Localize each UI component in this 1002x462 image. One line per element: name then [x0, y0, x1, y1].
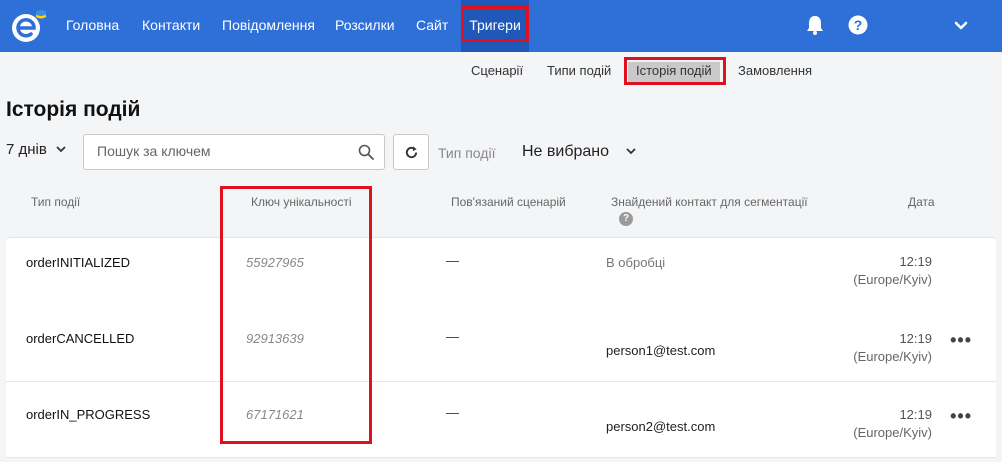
search-icon[interactable]	[358, 144, 374, 160]
scenario-cell: —	[446, 329, 459, 344]
period-select-value: 7 днів	[6, 141, 47, 158]
contact-cell: person2@test.com	[606, 419, 716, 434]
help-icon[interactable]: ?	[847, 14, 869, 36]
header-event-type: Тип події	[31, 195, 81, 209]
search-field	[83, 134, 385, 170]
chevron-down-icon	[626, 148, 637, 155]
event-type-label: Тип події	[438, 145, 496, 161]
date-cell: 12:19 (Europe/Kyiv)	[853, 253, 932, 289]
time-value: 12:19	[899, 331, 932, 346]
subtab-scenarios[interactable]: Сценарії	[471, 62, 523, 82]
time-value: 12:19	[899, 254, 932, 269]
bell-icon[interactable]	[804, 14, 826, 36]
subtab-orders[interactable]: Замовлення	[738, 62, 812, 82]
scenario-cell: —	[446, 405, 459, 420]
table-row[interactable]: orderCANCELLED 92913639 — person1@test.c…	[6, 306, 996, 382]
scenario-cell: —	[446, 253, 459, 268]
subtab-event-history[interactable]: Історія подій	[628, 62, 720, 82]
more-actions-button[interactable]: •••	[950, 331, 972, 349]
time-value: 12:19	[899, 407, 932, 422]
contact-cell: В обробці	[606, 255, 666, 270]
nav-triggers[interactable]: Тригери	[461, 0, 529, 52]
search-input[interactable]	[97, 143, 347, 159]
unique-key-cell: 92913639	[246, 331, 304, 346]
contact-cell: person1@test.com	[606, 343, 716, 358]
header-unique-key: Ключ унікальності	[251, 195, 352, 209]
help-icon[interactable]: ?	[619, 212, 633, 226]
nav-messages[interactable]: Повідомлення	[222, 0, 315, 52]
event-type-select-value: Не вибрано	[522, 143, 610, 160]
table-row[interactable]: orderINITIALIZED 55927965 — В обробці 12…	[6, 238, 996, 314]
more-actions-button[interactable]: •••	[950, 407, 972, 425]
header-linked-scenario: Пов'язаний сценарій	[451, 195, 566, 209]
event-type-cell: orderCANCELLED	[26, 331, 135, 346]
timezone-value: (Europe/Kyiv)	[853, 425, 932, 440]
nav-site[interactable]: Сайт	[416, 0, 448, 52]
top-nav: Головна Контакти Повідомлення Розсилки С…	[0, 0, 1002, 52]
nav-mailings[interactable]: Розсилки	[335, 0, 395, 52]
svg-text:?: ?	[854, 17, 863, 33]
refresh-icon	[405, 146, 418, 159]
chevron-down-icon	[56, 146, 66, 153]
unique-key-cell: 55927965	[246, 255, 304, 270]
timezone-value: (Europe/Kyiv)	[853, 272, 932, 287]
unique-key-cell: 67171621	[246, 407, 304, 422]
refresh-button[interactable]	[393, 134, 429, 170]
subtab-event-types[interactable]: Типи подій	[547, 62, 611, 82]
chevron-down-icon[interactable]	[950, 14, 972, 36]
date-cell: 12:19 (Europe/Kyiv)	[853, 330, 932, 366]
period-select[interactable]: 7 днів	[6, 141, 67, 158]
header-found-contact: Знайдений контакт для сегментації	[611, 195, 808, 209]
nav-home[interactable]: Головна	[66, 0, 119, 52]
table-row[interactable]: orderIN_PROGRESS 67171621 — person2@test…	[6, 382, 996, 458]
event-type-cell: orderINITIALIZED	[26, 255, 131, 270]
logo-icon[interactable]	[6, 8, 50, 44]
event-type-select[interactable]: Не вибрано	[522, 143, 637, 161]
event-type-cell: orderIN_PROGRESS	[26, 407, 151, 422]
timezone-value: (Europe/Kyiv)	[853, 349, 932, 364]
nav-contacts[interactable]: Контакти	[142, 0, 200, 52]
header-date: Дата	[908, 195, 935, 209]
date-cell: 12:19 (Europe/Kyiv)	[853, 406, 932, 442]
page-title: Історія подій	[6, 98, 141, 121]
